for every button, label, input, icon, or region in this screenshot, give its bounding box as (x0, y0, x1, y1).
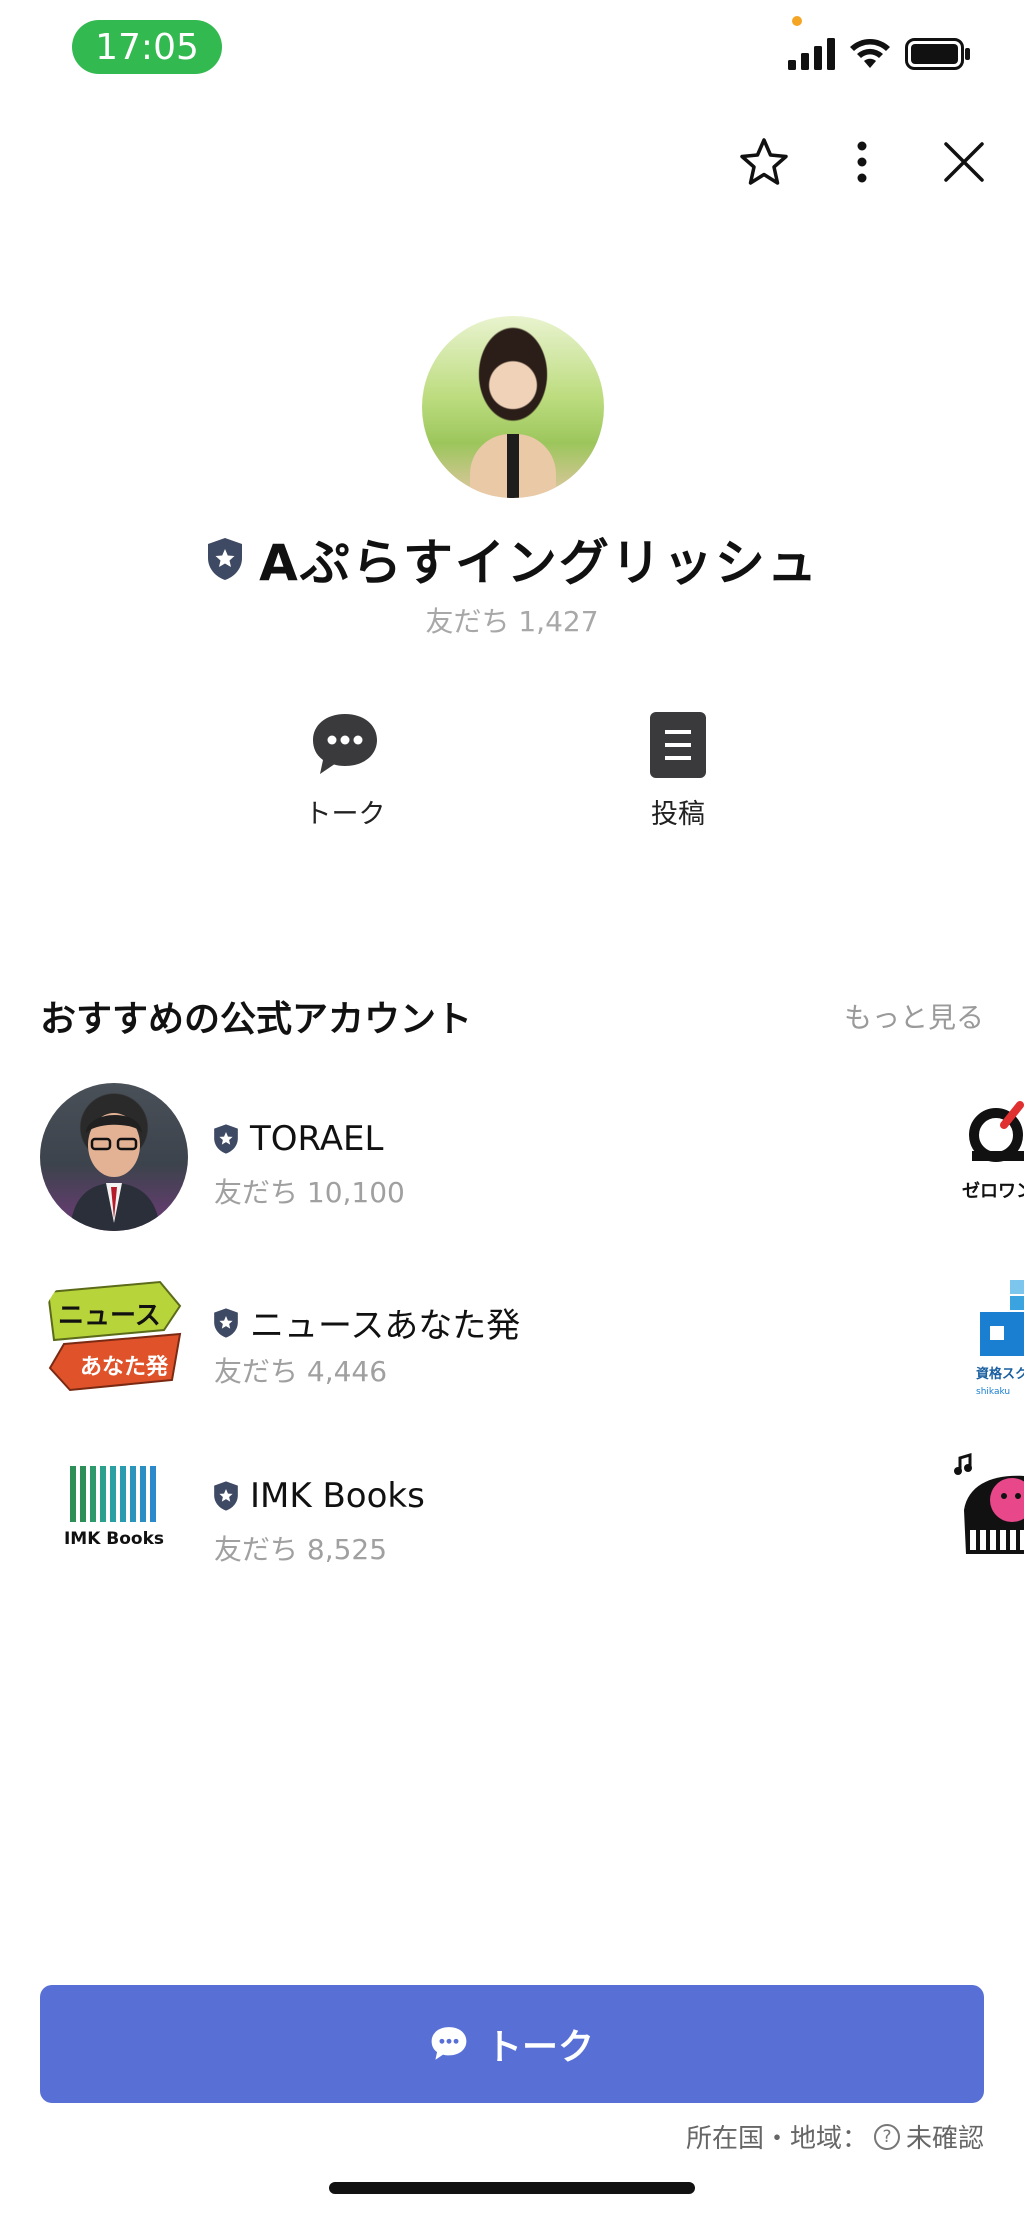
status-time: 17:05 (72, 20, 222, 74)
official-shield-icon (214, 1481, 238, 1511)
favorite-button[interactable] (734, 132, 794, 192)
battery-icon (905, 38, 970, 70)
recommended-item[interactable]: ニュース あなた発 ニュースあなた発 友だち 4,446 (40, 1262, 940, 1412)
wifi-icon (850, 39, 890, 68)
official-shield-icon (214, 1307, 238, 1338)
news-logo-subtext: あなた発 (80, 1355, 169, 1380)
cellular-signal-icon (788, 38, 835, 70)
chat-bubble-icon (431, 2027, 467, 2060)
recommended-item-title: IMK Books (212, 1476, 425, 1516)
recommended-item-friends: 友だち 4,446 (214, 1355, 388, 1388)
region-label: 所在国・地域： (685, 2124, 868, 2154)
recommended-item-title: TORAEL (212, 1119, 383, 1159)
official-shield-icon (214, 1124, 238, 1154)
recommended-item-name: IMK Books (250, 1476, 425, 1516)
recommended-next-avatar[interactable]: 資格スク shikaku (954, 1268, 1024, 1408)
profile-name-row: Aぷらすイングリッシュ (0, 524, 1024, 594)
profile-friends-count: 友だち 1,427 (425, 605, 599, 638)
news-logo-text: ニュース (58, 1301, 161, 1331)
recommended-item-friends: 友だち 10,100 (214, 1176, 405, 1209)
avatar-figure (470, 434, 556, 498)
imk-logo-text: IMK Books (64, 1529, 164, 1549)
recommended-item-name: ニュースあなた発 (250, 1306, 521, 1346)
region-value: 未確認 (905, 2124, 984, 2154)
recommended-item-title: ニュースあなた発 (212, 1298, 520, 1347)
help-icon: ? (873, 2123, 900, 2150)
post-action-label: 投稿 (651, 799, 705, 830)
recommended-next-avatar[interactable]: ゼロワン (954, 1085, 1024, 1225)
recommended-next-avatar[interactable] (954, 1430, 1024, 1570)
recommended-item-avatar: IMK Books (40, 1440, 188, 1588)
post-icon (650, 712, 706, 778)
talk-action-button[interactable]: トーク (245, 710, 445, 840)
close-icon (944, 142, 984, 182)
region-info[interactable]: 所在国・地域： ? 未確認 (686, 2118, 984, 2155)
shikaku-logo-text: 資格スク (976, 1366, 1024, 1382)
talk-button[interactable]: トーク (40, 1985, 984, 2103)
official-shield-icon (205, 536, 245, 582)
recommended-item-avatar: ニュース あなた発 (40, 1262, 188, 1410)
recommended-section-title: おすすめの公式アカウント (40, 999, 473, 1040)
profile-avatar[interactable] (422, 316, 604, 498)
recommended-item[interactable]: IMK Books IMK Books 友だち 8,525 (40, 1440, 940, 1590)
recommended-item-name: TORAEL (250, 1119, 384, 1159)
see-more-link[interactable]: もっと見る (844, 996, 984, 1036)
talk-action-label: トーク (304, 799, 386, 830)
privacy-indicator-dot (792, 16, 802, 26)
recommended-item-friends: 友だち 8,525 (214, 1533, 388, 1566)
zero-one-logo-text: ゼロワン (962, 1180, 1024, 1202)
chat-bubble-icon (313, 714, 377, 774)
more-options-button[interactable] (832, 132, 892, 192)
post-action-button[interactable]: 投稿 (578, 710, 778, 840)
recommended-item-avatar (40, 1083, 188, 1231)
recommended-item[interactable]: TORAEL 友だち 10,100 (40, 1083, 940, 1233)
star-icon (740, 138, 788, 185)
more-vertical-icon (857, 141, 867, 183)
shikaku-logo-subtext: shikaku (976, 1387, 1010, 1397)
profile-name: Aぷらすイングリッシュ (259, 534, 819, 592)
talk-button-label: トーク (485, 2027, 594, 2068)
home-indicator[interactable] (329, 2182, 695, 2194)
close-button[interactable] (934, 132, 994, 192)
